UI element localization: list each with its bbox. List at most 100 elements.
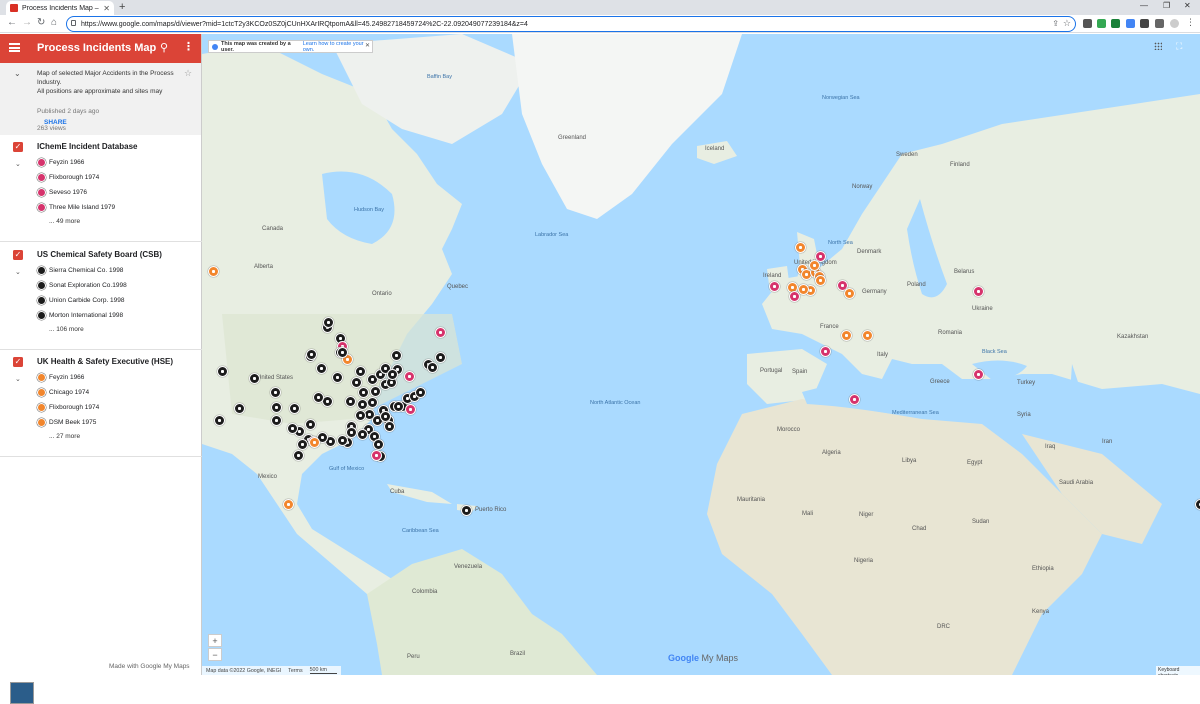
layer-feature-item[interactable]: Seveso 1976 — [37, 188, 87, 197]
csb-incident-marker[interactable] — [249, 373, 260, 384]
icheme-incident-marker[interactable] — [973, 286, 984, 297]
layer-feature-item[interactable]: Sonat Exploration Co.1998 — [37, 281, 127, 290]
csb-incident-marker[interactable] — [355, 366, 366, 377]
csb-incident-marker[interactable] — [217, 366, 228, 377]
collapse-description-icon[interactable]: ⌄ — [14, 69, 21, 78]
map-canvas[interactable]: Greenland Canada United States Mexico Cuba Ve… — [202, 34, 1200, 675]
csb-incident-marker[interactable] — [297, 439, 308, 450]
hamburger-menu-icon[interactable] — [9, 43, 20, 52]
icheme-incident-marker[interactable] — [404, 371, 415, 382]
icheme-incident-marker[interactable] — [973, 369, 984, 380]
hse-incident-marker[interactable] — [795, 242, 806, 253]
icheme-incident-marker[interactable] — [405, 404, 416, 415]
csb-incident-marker[interactable] — [214, 415, 225, 426]
csb-incident-marker[interactable] — [387, 369, 398, 380]
more-items-link[interactable]: ... 49 more — [49, 218, 80, 225]
extension-drive-icon[interactable] — [1097, 19, 1106, 28]
csb-incident-marker[interactable] — [357, 399, 368, 410]
icheme-incident-marker[interactable] — [789, 291, 800, 302]
csb-incident-marker[interactable] — [337, 435, 348, 446]
csb-incident-marker[interactable] — [270, 387, 281, 398]
profile-avatar-icon[interactable] — [1170, 19, 1179, 28]
csb-incident-marker[interactable] — [415, 387, 426, 398]
layer-feature-item[interactable]: Sierra Chemical Co. 1998 — [37, 266, 123, 275]
layer-checkbox[interactable]: ✓ — [13, 142, 23, 152]
google-apps-icon[interactable] — [1154, 42, 1162, 50]
csb-incident-marker[interactable] — [1195, 499, 1200, 510]
layer-feature-item[interactable]: Morton International 1998 — [37, 311, 123, 320]
csb-incident-marker[interactable] — [355, 410, 366, 421]
extensions-puzzle-icon[interactable] — [1140, 19, 1149, 28]
layer-feature-item[interactable]: Union Carbide Corp. 1998 — [37, 296, 125, 305]
csb-incident-marker[interactable] — [313, 392, 324, 403]
bookmark-star-icon[interactable]: ☆ — [1063, 18, 1071, 29]
more-items-link[interactable]: ... 106 more — [49, 326, 84, 333]
chrome-menu-icon[interactable]: ⋮ — [1186, 17, 1195, 27]
reading-list-icon[interactable] — [1155, 19, 1164, 28]
csb-incident-marker[interactable] — [346, 427, 357, 438]
csb-incident-marker[interactable] — [435, 352, 446, 363]
icheme-incident-marker[interactable] — [849, 394, 860, 405]
new-tab-icon[interactable]: + — [119, 1, 125, 13]
layer-feature-item[interactable]: Chicago 1974 — [37, 388, 89, 397]
hse-incident-marker[interactable] — [283, 499, 294, 510]
csb-incident-marker[interactable] — [367, 397, 378, 408]
favorite-star-icon[interactable]: ☆ — [184, 68, 192, 79]
csb-incident-marker[interactable] — [305, 419, 316, 430]
csb-incident-marker[interactable] — [337, 347, 348, 358]
basemap-thumbnail[interactable] — [10, 682, 34, 704]
zoom-in-button[interactable]: + — [208, 634, 222, 647]
csb-incident-marker[interactable] — [271, 415, 282, 426]
csb-incident-marker[interactable] — [373, 439, 384, 450]
address-bar[interactable]: https://www.google.com/maps/d/viewer?mid… — [66, 16, 1076, 32]
hse-incident-marker[interactable] — [208, 266, 219, 277]
icheme-incident-marker[interactable] — [769, 281, 780, 292]
csb-incident-marker[interactable] — [316, 363, 327, 374]
icheme-incident-marker[interactable] — [371, 450, 382, 461]
extension-icon[interactable] — [1083, 19, 1092, 28]
csb-incident-marker[interactable] — [351, 377, 362, 388]
search-icon[interactable]: ⚲ — [160, 41, 168, 54]
collapse-layer-icon[interactable]: ⌄ — [15, 375, 21, 383]
more-items-link[interactable]: ... 27 more — [49, 433, 80, 440]
csb-incident-marker[interactable] — [332, 372, 343, 383]
hse-incident-marker[interactable] — [809, 260, 820, 271]
close-notice-icon[interactable]: ✕ — [365, 42, 370, 49]
hse-incident-marker[interactable] — [844, 288, 855, 299]
csb-incident-marker[interactable] — [393, 401, 404, 412]
icheme-incident-marker[interactable] — [435, 327, 446, 338]
minimize-icon[interactable]: — — [1140, 1, 1148, 10]
hse-incident-marker[interactable] — [798, 284, 809, 295]
collapse-layer-icon[interactable]: ⌄ — [15, 268, 21, 276]
home-icon[interactable]: ⌂ — [51, 17, 57, 28]
layer-feature-item[interactable]: DSM Beek 1975 — [37, 418, 96, 427]
browser-tab[interactable]: Process Incidents Map – Google ✕ — [6, 1, 114, 15]
csb-incident-marker[interactable] — [358, 387, 369, 398]
fullscreen-icon[interactable]: ⛶ — [1176, 41, 1182, 52]
hse-incident-marker[interactable] — [815, 275, 826, 286]
csb-incident-marker[interactable] — [345, 396, 356, 407]
csb-incident-marker[interactable] — [391, 350, 402, 361]
more-options-icon[interactable]: ⋮ — [183, 40, 194, 53]
close-tab-icon[interactable]: ✕ — [103, 4, 110, 13]
terms-link[interactable]: Terms — [288, 668, 302, 674]
csb-incident-marker[interactable] — [306, 349, 317, 360]
csb-incident-marker[interactable] — [234, 403, 245, 414]
learn-more-link[interactable]: Learn how to create your own. — [303, 41, 372, 53]
share-page-icon[interactable]: ⇪ — [1052, 19, 1059, 28]
restore-icon[interactable]: ❐ — [1163, 1, 1170, 10]
close-window-icon[interactable]: ✕ — [1184, 1, 1191, 10]
layer-checkbox[interactable]: ✓ — [13, 357, 23, 367]
icheme-incident-marker[interactable] — [820, 346, 831, 357]
csb-incident-marker[interactable] — [293, 450, 304, 461]
zoom-out-button[interactable]: − — [208, 648, 222, 661]
made-with-link[interactable]: Made with Google My Maps — [109, 663, 190, 670]
keyboard-shortcuts-link[interactable]: Keyboard shortcuts — [1156, 666, 1200, 675]
csb-incident-marker[interactable] — [370, 386, 381, 397]
share-button[interactable]: SHARE — [44, 119, 67, 126]
layer-feature-item[interactable]: Feyzin 1966 — [37, 373, 84, 382]
hse-incident-marker[interactable] — [309, 437, 320, 448]
csb-incident-marker[interactable] — [384, 421, 395, 432]
hse-incident-marker[interactable] — [862, 330, 873, 341]
csb-incident-marker[interactable] — [461, 505, 472, 516]
